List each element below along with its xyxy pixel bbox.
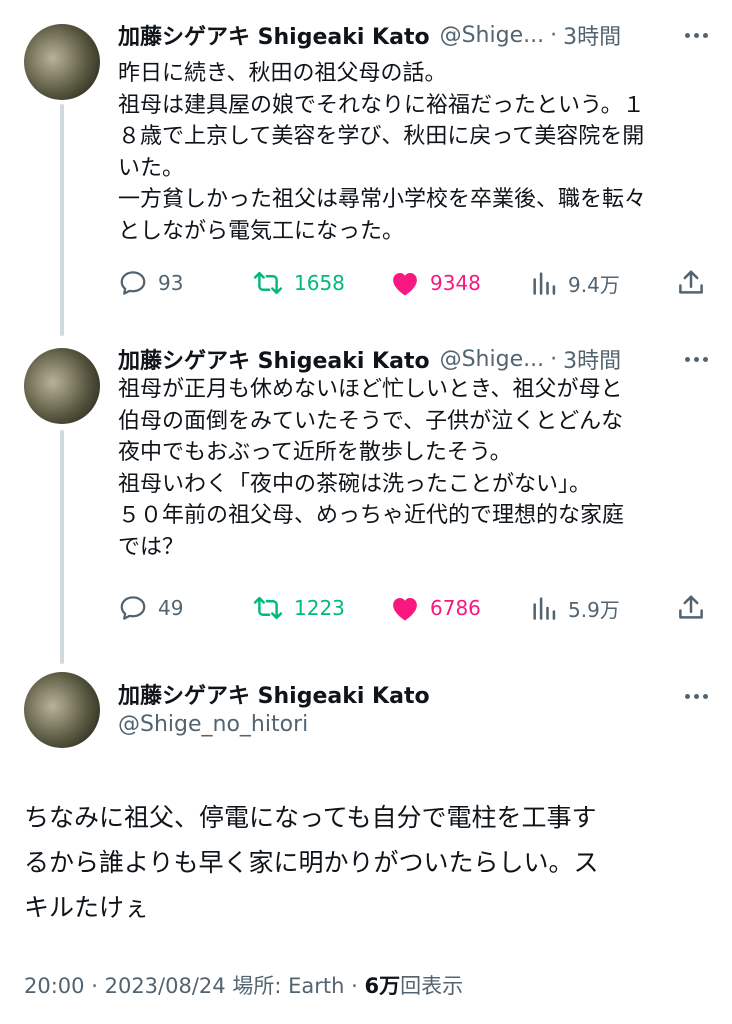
tweet-text-line: 伯母の面倒をみていたそうで、子供が泣くとどんな <box>118 408 624 434</box>
view-count: 6万 <box>364 974 401 998</box>
like-button[interactable]: 9348 <box>390 263 481 303</box>
avatar[interactable] <box>24 348 100 424</box>
tweet-text-line: 昨日に続き、秋田の祖父母の話。 <box>118 61 447 86</box>
more-dots-icon[interactable] <box>685 25 708 45</box>
thread-line <box>60 430 64 664</box>
author-name[interactable]: 加藤シゲアキ Shigeaki Kato <box>118 343 430 375</box>
author-name[interactable]: 加藤シゲアキ Shigeaki Kato <box>118 19 430 51</box>
location: 場所: Earth <box>232 974 345 998</box>
tweet-text-line: ちなみに祖父、停電になっても自分で電柱を工事す <box>24 803 597 832</box>
more-dots-icon[interactable] <box>685 349 708 369</box>
like-count: 9348 <box>430 271 481 295</box>
meta-separator: · <box>91 974 98 998</box>
thread-line <box>60 104 64 336</box>
reply-count: 93 <box>158 271 184 295</box>
tweet-text-line: ５０年前の祖父母、めっちゃ近代的で理想的な家庭 <box>118 503 625 529</box>
like-button[interactable]: 6786 <box>390 588 481 628</box>
reply-button[interactable]: 49 <box>118 588 183 628</box>
separator: · <box>550 346 558 372</box>
post-time[interactable]: 20:00 <box>24 974 85 998</box>
meta-separator: · <box>351 974 358 998</box>
avatar[interactable] <box>24 672 100 748</box>
retweet-button[interactable]: 1658 <box>252 263 345 303</box>
share-button[interactable] <box>676 263 706 303</box>
share-upload-icon <box>679 595 703 619</box>
action-bar: 93 1658 9348 9.4万 <box>118 263 708 303</box>
tweet-text: ちなみに祖父、停電になっても自分で電柱を工事す るから誰よりも早く家に明かりがつ… <box>24 795 714 930</box>
reply-bubble-icon <box>120 596 146 620</box>
tweet-text-line: 夜中でもおぶって近所を散歩したそう。 <box>118 440 512 466</box>
author-handle[interactable]: @Shige_no_hitori <box>118 712 308 737</box>
tweet-text-line: 祖母いわく「夜中の茶碗は洗ったことがない」。 <box>118 471 592 497</box>
tweet-meta: 20:00 · 2023/08/24 場所: Earth · 6万回表示 <box>24 970 463 1000</box>
tweet-text-line: キルたけぇ <box>24 893 150 922</box>
author-handle[interactable]: @Shige... <box>440 23 545 48</box>
author-handle[interactable]: @Shige... <box>440 347 545 372</box>
view-label: 回表示 <box>400 974 464 998</box>
tweet-text: 祖母が正月も休めないほど忙しいとき、祖父が母と 伯母の面倒をみていたそうで、子供… <box>118 374 718 564</box>
share-upload-icon <box>679 270 703 294</box>
reply-count: 49 <box>158 596 184 620</box>
more-dots-icon[interactable] <box>685 686 708 706</box>
timestamp[interactable]: 3時間 <box>563 19 621 51</box>
post-date[interactable]: 2023/08/24 <box>105 974 226 998</box>
tweet-text-line: 祖母は建具屋の娘でそれなりに裕福だったという。１ <box>118 92 645 118</box>
separator: · <box>550 22 558 48</box>
retweet-count: 1658 <box>294 271 345 295</box>
reply-button[interactable]: 93 <box>118 263 183 303</box>
heart-icon <box>393 273 417 296</box>
timestamp[interactable]: 3時間 <box>563 343 621 375</box>
views-count: 9.4万 <box>568 272 620 297</box>
tweet-header: 加藤シゲアキ Shigeaki Kato @Shige... · 3時間 <box>118 342 621 376</box>
retweet-icon <box>253 271 283 295</box>
share-button[interactable] <box>676 588 706 628</box>
tweet-text: 昨日に続き、秋田の祖父母の話。 祖母は建具屋の娘でそれなりに裕福だったという。１… <box>118 58 718 248</box>
like-count: 6786 <box>430 596 481 620</box>
tweet-header: 加藤シゲアキ Shigeaki Kato @Shige... · 3時間 <box>118 18 621 52</box>
views-button[interactable]: 9.4万 <box>530 263 620 303</box>
author-name[interactable]: 加藤シゲアキ Shigeaki Kato <box>118 678 430 710</box>
analytics-bars-icon <box>533 272 556 295</box>
tweet-text-line: では？ <box>118 534 185 560</box>
action-bar: 49 1223 6786 5.9万 <box>118 588 708 628</box>
tweet-text-line: 一方貧しかった祖父は尋常小学校を卒業後、職を転々 <box>118 187 647 213</box>
retweet-icon <box>253 596 283 620</box>
heart-icon <box>393 598 417 621</box>
tweet-text-line: いた。 <box>118 155 185 181</box>
analytics-bars-icon <box>533 597 556 620</box>
tweet-text-line: るから誰よりも早く家に明かりがついたらしい。ス <box>24 848 599 877</box>
views-count: 5.9万 <box>568 597 620 622</box>
views-button[interactable]: 5.9万 <box>530 588 620 628</box>
avatar[interactable] <box>24 24 100 100</box>
tweet-text-line: としながら電気工になった。 <box>118 218 405 244</box>
tweet-text-line: ８歳で上京して美容を学び、秋田に戻って美容院を開 <box>118 124 645 150</box>
reply-bubble-icon <box>120 271 146 295</box>
retweet-count: 1223 <box>294 596 345 620</box>
retweet-button[interactable]: 1223 <box>252 588 345 628</box>
tweet-text-line: 祖母が正月も休めないほど忙しいとき、祖父が母と <box>118 377 623 402</box>
